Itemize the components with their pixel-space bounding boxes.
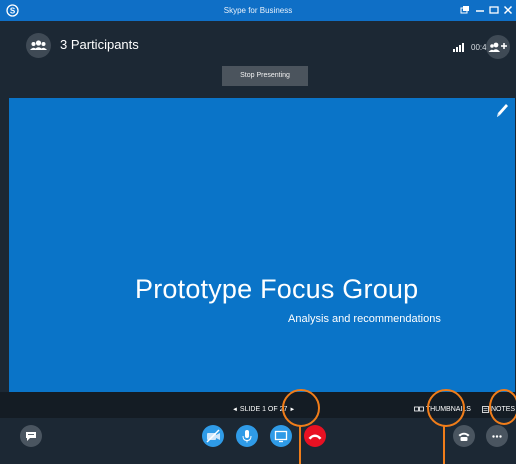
- slide-arrow-pointer: [299, 426, 301, 464]
- presentation-slide: [9, 98, 515, 392]
- window-title: Skype for Business: [223, 6, 293, 15]
- add-people-icon: [488, 42, 507, 52]
- video-button[interactable]: [202, 425, 224, 447]
- chat-button[interactable]: [20, 425, 42, 447]
- present-button[interactable]: [270, 425, 292, 447]
- microphone-icon: [242, 430, 252, 443]
- chat-icon: [26, 432, 36, 441]
- more-options-button[interactable]: [486, 425, 508, 447]
- maximize-icon[interactable]: [487, 3, 501, 17]
- stop-presenting-button[interactable]: Stop Presenting: [222, 66, 308, 86]
- signal-strength-icon: [453, 43, 464, 52]
- skype-meeting-window: S Skype for Business 3 Participants 00:4…: [0, 0, 516, 464]
- previous-slide-arrow[interactable]: ◄: [232, 407, 238, 413]
- participants-icon: [30, 40, 47, 50]
- add-participant-button[interactable]: [486, 35, 510, 59]
- notes-highlight: [489, 389, 516, 425]
- slide-title: Prototype Focus Group: [135, 274, 419, 304]
- participants-button[interactable]: [26, 33, 51, 58]
- thumbnails-icon: [414, 406, 424, 412]
- hang-up-icon: [308, 434, 322, 440]
- thumbnails-pointer: [443, 426, 445, 464]
- present-screen-icon: [274, 430, 288, 443]
- microphone-button[interactable]: [236, 425, 258, 447]
- annotation-pen-icon[interactable]: [494, 101, 510, 119]
- call-controls-icon: [458, 432, 470, 441]
- call-controls-button[interactable]: [453, 425, 475, 447]
- close-icon[interactable]: [501, 3, 515, 17]
- participants-count: 3 Participants: [60, 37, 139, 52]
- notes-icon: [482, 405, 489, 413]
- title-bar: S Skype for Business: [0, 0, 516, 21]
- meeting-header: [0, 21, 516, 98]
- thumbnails-highlight: [427, 389, 465, 427]
- minimize-icon[interactable]: [473, 3, 487, 17]
- slide-subtitle: Analysis and recommendations: [288, 313, 441, 325]
- more-options-icon: [492, 435, 502, 438]
- popout-icon[interactable]: [458, 3, 472, 17]
- slide-counter-label: SLIDE 1 OF 27: [239, 406, 288, 413]
- hang-up-button[interactable]: [304, 425, 326, 447]
- video-off-icon: [206, 429, 220, 443]
- slide-arrow-highlight: [282, 389, 320, 427]
